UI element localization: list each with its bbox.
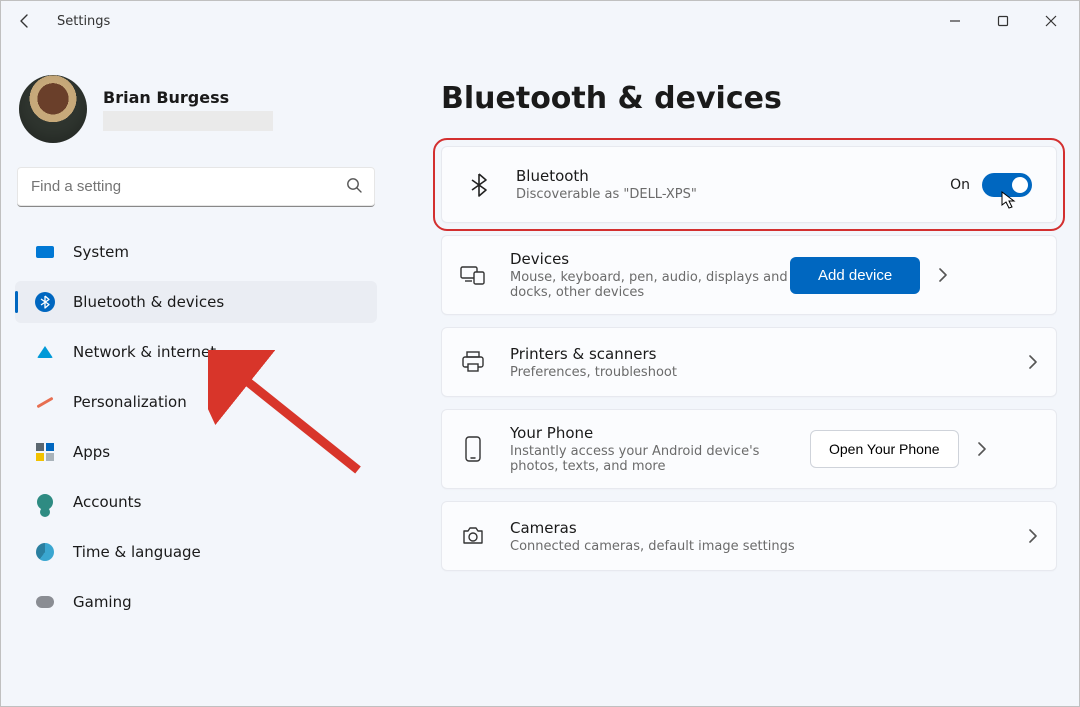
card-subtitle: Connected cameras, default image setting… xyxy=(510,539,1010,554)
system-icon xyxy=(35,242,55,262)
sidebar-item-network[interactable]: Network & internet xyxy=(15,331,377,373)
minimize-button[interactable] xyxy=(931,1,979,41)
devices-icon xyxy=(460,262,486,288)
profile-block[interactable]: Brian Burgess xyxy=(19,75,373,143)
printers-scanners-card[interactable]: Printers & scanners Preferences, trouble… xyxy=(441,327,1057,397)
sidebar-item-time-language[interactable]: Time & language xyxy=(15,531,377,573)
gamepad-icon xyxy=(35,592,55,612)
open-your-phone-button[interactable]: Open Your Phone xyxy=(810,430,959,468)
sidebar-item-gaming[interactable]: Gaming xyxy=(15,581,377,623)
card-subtitle: Mouse, keyboard, pen, audio, displays an… xyxy=(510,270,790,300)
card-subtitle: Instantly access your Android device's p… xyxy=(510,444,810,474)
close-button[interactable] xyxy=(1027,1,1075,41)
card-title: Printers & scanners xyxy=(510,345,1010,363)
card-title: Devices xyxy=(510,250,790,268)
devices-card[interactable]: Devices Mouse, keyboard, pen, audio, dis… xyxy=(441,235,1057,315)
main-content: Bluetooth & devices Bluetooth Discoverab… xyxy=(391,41,1079,706)
phone-icon xyxy=(460,436,486,462)
profile-name: Brian Burgess xyxy=(103,88,273,107)
sidebar-item-label: Network & internet xyxy=(73,343,216,361)
window-title: Settings xyxy=(57,14,110,29)
chevron-right-icon[interactable] xyxy=(1028,529,1038,543)
add-device-button[interactable]: Add device xyxy=(790,257,920,294)
back-button[interactable] xyxy=(13,9,37,33)
sidebar: Brian Burgess System xyxy=(1,41,391,706)
chevron-right-icon[interactable] xyxy=(977,442,987,456)
globe-icon xyxy=(35,542,55,562)
cameras-card[interactable]: Cameras Connected cameras, default image… xyxy=(441,501,1057,571)
sidebar-item-label: Bluetooth & devices xyxy=(73,293,224,311)
card-subtitle: Preferences, troubleshoot xyxy=(510,365,1010,380)
sidebar-nav: System Bluetooth & devices Network & int… xyxy=(15,227,377,627)
sidebar-item-accounts[interactable]: Accounts xyxy=(15,481,377,523)
maximize-button[interactable] xyxy=(979,1,1027,41)
sidebar-item-personalization[interactable]: Personalization xyxy=(15,381,377,423)
card-title: Bluetooth xyxy=(516,167,950,185)
search-input[interactable] xyxy=(17,167,375,207)
card-subtitle: Discoverable as "DELL-XPS" xyxy=(516,187,950,202)
bluetooth-icon xyxy=(466,172,492,198)
sidebar-item-bluetooth-devices[interactable]: Bluetooth & devices xyxy=(15,281,377,323)
sidebar-item-label: System xyxy=(73,243,129,261)
sidebar-item-system[interactable]: System xyxy=(15,231,377,273)
sidebar-item-label: Personalization xyxy=(73,393,187,411)
cursor-icon xyxy=(1000,190,1018,214)
search-icon xyxy=(345,176,363,198)
chevron-right-icon[interactable] xyxy=(938,268,948,282)
accounts-icon xyxy=(35,492,55,512)
profile-email-redacted xyxy=(103,111,273,131)
sidebar-item-label: Accounts xyxy=(73,493,141,511)
wifi-icon xyxy=(35,342,55,362)
sidebar-item-label: Time & language xyxy=(73,543,201,561)
page-title: Bluetooth & devices xyxy=(441,81,1057,116)
bluetooth-toggle-card[interactable]: Bluetooth Discoverable as "DELL-XPS" On xyxy=(441,146,1057,223)
your-phone-card[interactable]: Your Phone Instantly access your Android… xyxy=(441,409,1057,489)
printer-icon xyxy=(460,349,486,375)
apps-icon xyxy=(35,442,55,462)
card-title: Your Phone xyxy=(510,424,810,442)
sidebar-item-apps[interactable]: Apps xyxy=(15,431,377,473)
card-title: Cameras xyxy=(510,519,1010,537)
avatar xyxy=(19,75,87,143)
title-bar: Settings xyxy=(1,1,1079,41)
sidebar-item-label: Apps xyxy=(73,443,110,461)
search-box[interactable] xyxy=(17,167,375,207)
toggle-state-label: On xyxy=(950,177,970,193)
camera-icon xyxy=(460,523,486,549)
bluetooth-icon xyxy=(35,292,55,312)
brush-icon xyxy=(35,392,55,412)
chevron-right-icon[interactable] xyxy=(1028,355,1038,369)
sidebar-item-label: Gaming xyxy=(73,593,132,611)
